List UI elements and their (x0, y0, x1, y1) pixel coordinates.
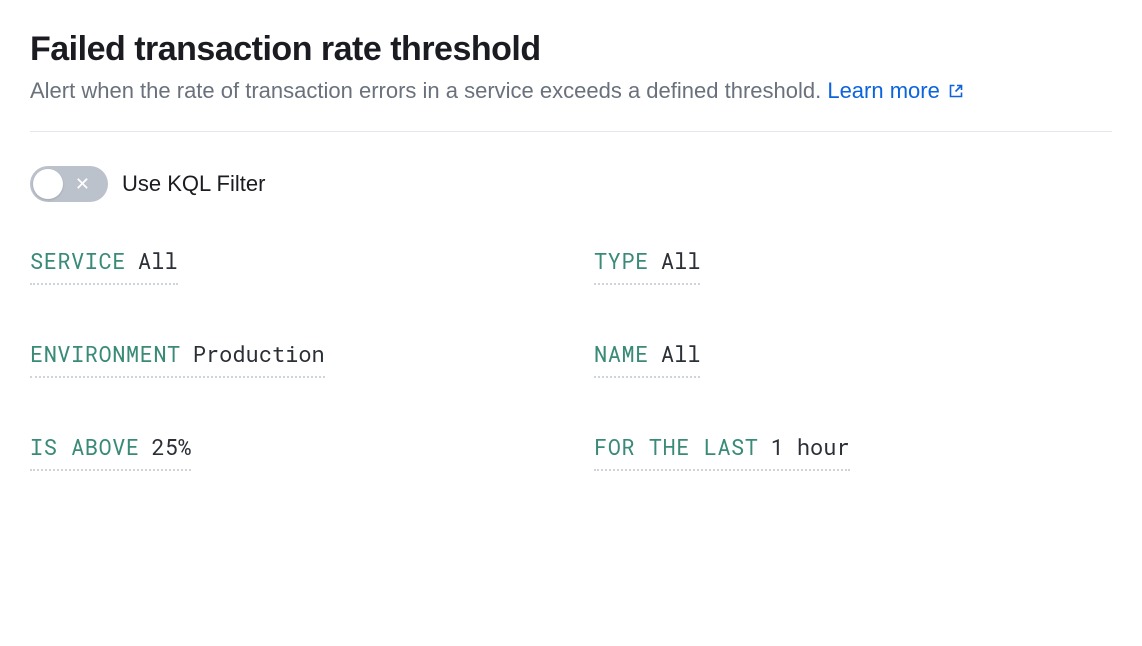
environment-field-label: ENVIRONMENT (30, 339, 181, 368)
fields-grid: SERVICE All TYPE All ENVIRONMENT Product… (30, 246, 1112, 471)
for-the-last-field[interactable]: FOR THE LAST 1 hour (594, 432, 850, 471)
header: Failed transaction rate threshold Alert … (30, 30, 1112, 107)
is-above-field-value: 25% (152, 432, 192, 461)
type-field-label: TYPE (594, 246, 649, 275)
service-field[interactable]: SERVICE All (30, 246, 178, 285)
type-field-value: All (661, 246, 701, 275)
service-field-value: All (138, 246, 178, 275)
is-above-field[interactable]: IS ABOVE 25% (30, 432, 191, 471)
name-field-label: NAME (594, 339, 649, 368)
environment-field-value: Production (193, 339, 325, 368)
external-link-icon (948, 83, 964, 99)
learn-more-link[interactable]: Learn more (827, 78, 964, 103)
is-above-field-label: IS ABOVE (30, 432, 140, 461)
environment-field[interactable]: ENVIRONMENT Production (30, 339, 325, 378)
toggle-knob (33, 169, 63, 199)
service-field-label: SERVICE (30, 246, 126, 275)
for-the-last-field-label: FOR THE LAST (594, 432, 758, 461)
divider (30, 131, 1112, 132)
page-subtitle: Alert when the rate of transaction error… (30, 75, 1112, 107)
kql-filter-toggle-row: ✕ Use KQL Filter (30, 166, 1112, 202)
type-field[interactable]: TYPE All (594, 246, 700, 285)
page-title: Failed transaction rate threshold (30, 30, 1112, 69)
close-icon: ✕ (75, 175, 90, 193)
for-the-last-field-value: 1 hour (770, 432, 849, 461)
name-field-value: All (661, 339, 701, 368)
subtitle-text: Alert when the rate of transaction error… (30, 78, 827, 103)
kql-filter-toggle-label: Use KQL Filter (122, 171, 265, 197)
name-field[interactable]: NAME All (594, 339, 700, 378)
kql-filter-toggle[interactable]: ✕ (30, 166, 108, 202)
